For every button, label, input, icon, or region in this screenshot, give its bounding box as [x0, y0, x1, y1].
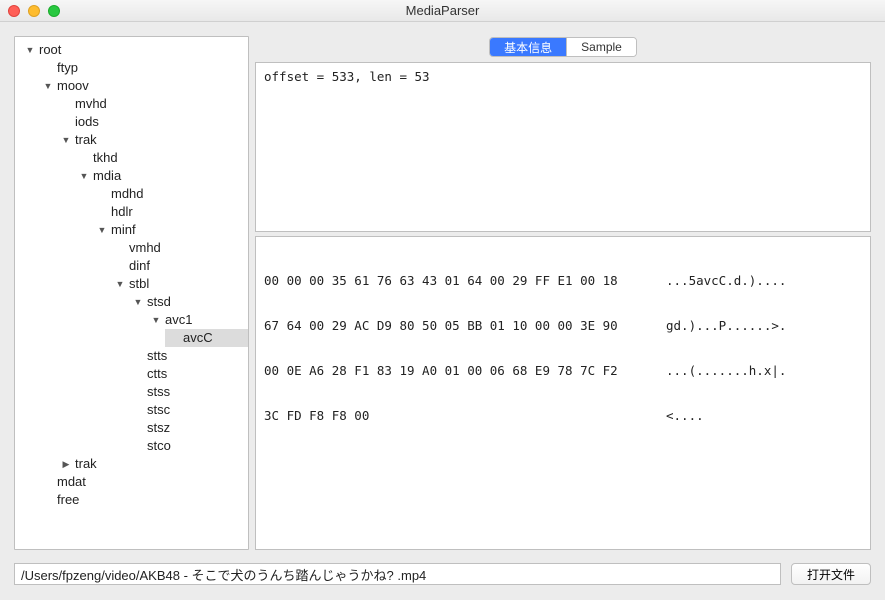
tree-item-stss[interactable]: stss — [129, 383, 248, 401]
tree-label: root — [39, 41, 61, 59]
tree-item-trak2[interactable]: ▶ trak — [57, 455, 248, 473]
file-path-field[interactable]: /Users/fpzeng/video/AKB48 - そこで犬のうんち踏んじゃ… — [14, 563, 781, 585]
tree-label: hdlr — [111, 203, 133, 221]
chevron-down-icon[interactable]: ▼ — [97, 225, 107, 235]
tree-label: moov — [57, 77, 89, 95]
hex-bytes: 67 64 00 29 AC D9 80 50 05 BB 01 10 00 0… — [264, 318, 644, 333]
content-area: ▼ root ftyp ▼ moov mvhd iods ▼ trak — [0, 22, 885, 600]
tree-item-stco[interactable]: stco — [129, 437, 248, 455]
tree-label: mdhd — [111, 185, 144, 203]
tree-item-dinf[interactable]: dinf — [111, 257, 248, 275]
info-text: offset = 533, len = 53 — [264, 69, 430, 84]
tree-item-stsd[interactable]: ▼ stsd — [129, 293, 248, 311]
tree-label: ftyp — [57, 59, 78, 77]
hex-ascii: <.... — [644, 408, 704, 423]
open-file-button[interactable]: 打开文件 — [791, 563, 871, 585]
hex-bytes: 3C FD F8 F8 00 — [264, 408, 644, 423]
tree-item-mdat[interactable]: mdat — [39, 473, 248, 491]
minimize-icon[interactable] — [28, 5, 40, 17]
hex-ascii: gd.)...P......>. — [644, 318, 786, 333]
tree-item-trak[interactable]: ▼ trak — [57, 131, 248, 149]
tree-item-stts[interactable]: stts — [129, 347, 248, 365]
hex-panel[interactable]: 00 00 00 35 61 76 63 43 01 64 00 29 FF E… — [255, 236, 871, 550]
tree-label: minf — [111, 221, 136, 239]
tab-sample[interactable]: Sample — [566, 38, 636, 56]
tree-item-root[interactable]: ▼ root — [21, 41, 248, 59]
tab-basic-info[interactable]: 基本信息 — [490, 38, 566, 56]
tree-item-moov[interactable]: ▼ moov — [39, 77, 248, 95]
file-path-text: /Users/fpzeng/video/AKB48 - そこで犬のうんち踏んじゃ… — [21, 565, 426, 584]
tree-item-stbl[interactable]: ▼ stbl — [111, 275, 248, 293]
main-row: ▼ root ftyp ▼ moov mvhd iods ▼ trak — [14, 36, 871, 550]
hex-ascii: ...(.......h.x|. — [644, 363, 786, 378]
tree-item-free[interactable]: free — [39, 491, 248, 509]
hex-bytes: 00 0E A6 28 F1 83 19 A0 01 00 06 68 E9 7… — [264, 363, 644, 378]
hex-bytes: 00 00 00 35 61 76 63 43 01 64 00 29 FF E… — [264, 273, 644, 288]
tree-item-ftyp[interactable]: ftyp — [39, 59, 248, 77]
chevron-down-icon[interactable]: ▼ — [115, 279, 125, 289]
chevron-down-icon[interactable]: ▼ — [43, 81, 53, 91]
chevron-down-icon[interactable]: ▼ — [79, 171, 89, 181]
tree-label: tkhd — [93, 149, 118, 167]
zoom-icon[interactable] — [48, 5, 60, 17]
tree-label: avcC — [183, 329, 213, 347]
tree-item-vmhd[interactable]: vmhd — [111, 239, 248, 257]
tree-label: stsc — [147, 401, 170, 419]
tree-item-avcC[interactable]: avcC — [165, 329, 248, 347]
close-icon[interactable] — [8, 5, 20, 17]
tree-item-ctts[interactable]: ctts — [129, 365, 248, 383]
hex-ascii: ...5avcC.d.).... — [644, 273, 786, 288]
chevron-down-icon[interactable]: ▼ — [133, 297, 143, 307]
tree-item-stsz[interactable]: stsz — [129, 419, 248, 437]
tree-item-mdhd[interactable]: mdhd — [93, 185, 248, 203]
tree-label: stsd — [147, 293, 171, 311]
chevron-right-icon[interactable]: ▶ — [61, 459, 71, 469]
tree-label: iods — [75, 113, 99, 131]
tree-item-avc1[interactable]: ▼ avc1 — [147, 311, 248, 329]
tree-label: stsz — [147, 419, 170, 437]
window-title: MediaParser — [0, 3, 885, 18]
tree-item-stsc[interactable]: stsc — [129, 401, 248, 419]
tree-label: mdat — [57, 473, 86, 491]
tree-item-mdia[interactable]: ▼ mdia — [75, 167, 248, 185]
atom-tree[interactable]: ▼ root ftyp ▼ moov mvhd iods ▼ trak — [14, 36, 249, 550]
tab-bar: 基本信息 Sample — [255, 36, 871, 58]
right-column: 基本信息 Sample offset = 533, len = 53 00 00… — [255, 36, 871, 550]
tree-label: mvhd — [75, 95, 107, 113]
info-panel[interactable]: offset = 533, len = 53 — [255, 62, 871, 232]
hex-row: 67 64 00 29 AC D9 80 50 05 BB 01 10 00 0… — [264, 318, 862, 333]
segmented-control: 基本信息 Sample — [489, 37, 637, 57]
footer-bar: /Users/fpzeng/video/AKB48 - そこで犬のうんち踏んじゃ… — [14, 562, 871, 586]
chevron-down-icon[interactable]: ▼ — [61, 135, 71, 145]
tree-label: dinf — [129, 257, 150, 275]
tree-label: stts — [147, 347, 167, 365]
tree-label: avc1 — [165, 311, 192, 329]
hex-row: 00 0E A6 28 F1 83 19 A0 01 00 06 68 E9 7… — [264, 363, 862, 378]
tree-label: ctts — [147, 365, 167, 383]
tree-item-iods[interactable]: iods — [57, 113, 248, 131]
hex-row: 3C FD F8 F8 00<.... — [264, 408, 862, 423]
tree-label: trak — [75, 131, 97, 149]
hex-row: 00 00 00 35 61 76 63 43 01 64 00 29 FF E… — [264, 273, 862, 288]
tree-label: trak — [75, 455, 97, 473]
window-controls — [8, 5, 60, 17]
chevron-down-icon[interactable]: ▼ — [151, 315, 161, 325]
chevron-down-icon[interactable]: ▼ — [25, 45, 35, 55]
tree-label: stss — [147, 383, 170, 401]
tree-label: vmhd — [129, 239, 161, 257]
tree-item-tkhd[interactable]: tkhd — [75, 149, 248, 167]
titlebar: MediaParser — [0, 0, 885, 22]
tree-label: stco — [147, 437, 171, 455]
tree-item-mvhd[interactable]: mvhd — [57, 95, 248, 113]
tree-item-minf[interactable]: ▼ minf — [93, 221, 248, 239]
tree-item-hdlr[interactable]: hdlr — [93, 203, 248, 221]
tree-label: free — [57, 491, 79, 509]
tree-label: stbl — [129, 275, 149, 293]
tree-label: mdia — [93, 167, 121, 185]
